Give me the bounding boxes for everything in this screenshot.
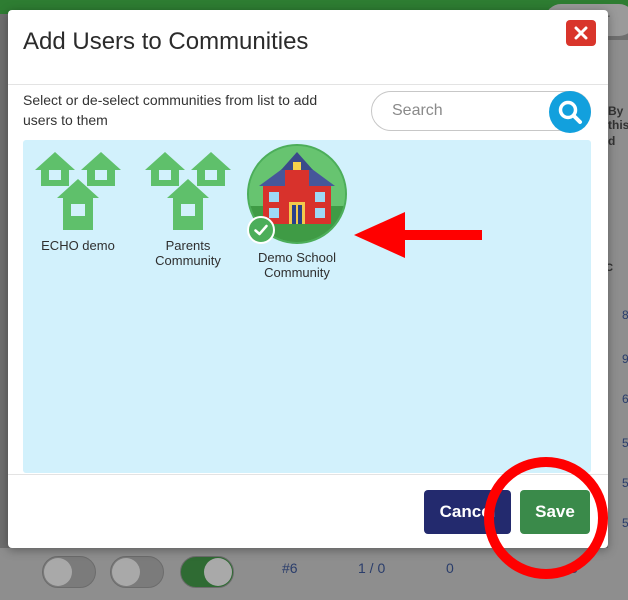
background-number: 5 (622, 516, 628, 530)
community-item-parents[interactable]: Parents Community (133, 152, 243, 268)
houses-icon (145, 152, 231, 230)
search-icon (558, 100, 582, 124)
background-row-id: #6 (282, 560, 298, 576)
background-number: 5 (622, 476, 628, 490)
background-row-count: 0 (446, 560, 454, 576)
community-label: ECHO demo (41, 238, 115, 253)
houses-icon (35, 152, 121, 230)
background-label: By (608, 104, 624, 118)
add-users-modal: Add Users to Communities Select or de-se… (8, 10, 608, 548)
background-number: 5 (622, 436, 628, 450)
close-button[interactable] (566, 20, 596, 46)
cancel-button[interactable]: Cancel (424, 490, 511, 534)
community-item-echo-demo[interactable]: ECHO demo (23, 152, 133, 253)
community-label: Demo School Community (257, 250, 337, 280)
background-label: this (608, 118, 628, 132)
instructions-text: Select or de-select communities from lis… (23, 92, 318, 128)
close-icon (574, 26, 588, 40)
check-icon (254, 224, 268, 236)
background-number: 6 (622, 392, 628, 406)
footer-divider (8, 474, 608, 475)
background-row-ratio: 1 / 0 (358, 560, 386, 576)
header-divider (8, 84, 608, 85)
community-list: ECHO demo Parents Community Demo School … (23, 140, 591, 473)
background-label: d (608, 134, 616, 148)
community-label: Parents Community (155, 238, 221, 268)
background-toggle (110, 556, 164, 588)
background-toggle (42, 556, 96, 588)
community-item-demo-school[interactable]: Demo School Community (242, 144, 352, 280)
search-button[interactable] (549, 91, 591, 133)
save-button[interactable]: Save (520, 490, 590, 534)
background-row-last: 5 (570, 560, 578, 576)
selected-check-badge (247, 216, 275, 244)
modal-title: Add Users to Communities (23, 28, 309, 55)
background-number: 8 (622, 308, 628, 322)
background-number: 9 (622, 352, 628, 366)
background-toggle-on (180, 556, 234, 588)
